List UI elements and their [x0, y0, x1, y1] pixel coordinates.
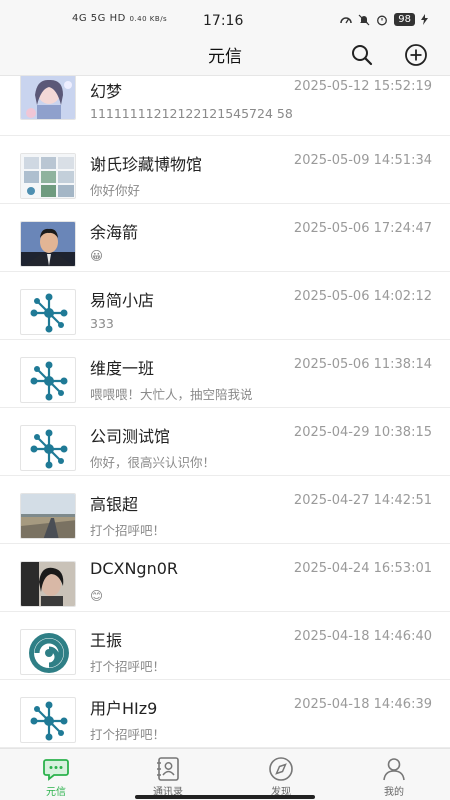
conversation-name: 谢氏珍藏博物馆: [90, 155, 203, 174]
conversation-preview: 打个招呼吧！: [90, 523, 166, 538]
plus-circle-icon: [405, 44, 427, 66]
search-icon: [352, 45, 373, 66]
conversation-name: 幻梦: [90, 82, 123, 101]
conversation-name: 余海箭: [90, 223, 139, 242]
network-speed: 0.40 KB/s: [129, 15, 168, 23]
tab-label: 元信: [46, 787, 66, 798]
conversation-time: 2025-04-29 10:38:15: [293, 425, 432, 440]
conversation-preview: 333: [90, 316, 114, 331]
conversation-name: 公司测试馆: [90, 427, 171, 446]
tab-label: 我的: [384, 787, 404, 798]
status-bar: 4G 5G HD 0.40 KB/s 17:16 98: [0, 0, 450, 38]
tab-messages[interactable]: 元信: [0, 749, 112, 800]
conversation-item[interactable]: 维度一班 2025-05-06 11:38:14 喂喂喂！大忙人，抽空陪我说: [0, 340, 450, 408]
charging-icon: [421, 14, 428, 25]
add-button[interactable]: [402, 41, 430, 69]
conversation-preview: 😊: [90, 588, 104, 603]
conversation-item[interactable]: 高银超 2025-04-27 14:42:51 打个招呼吧！: [0, 476, 450, 544]
conversation-preview: 打个招呼吧！: [90, 727, 166, 742]
conversation-item[interactable]: 用户HIz9 2025-04-18 14:46:39 打个招呼吧！: [0, 680, 450, 748]
avatar-dark-portrait: [20, 561, 76, 607]
conversation-preview: 😀: [90, 248, 104, 263]
app-header: 元信: [0, 38, 450, 76]
conversation-item[interactable]: 余海箭 2025-05-06 17:24:47 😀: [0, 204, 450, 272]
conversation-name: 王振: [90, 631, 123, 650]
molecule-icon: [20, 289, 76, 335]
conversation-name: 用户HIz9: [90, 699, 158, 718]
conversation-item[interactable]: 王振 2025-04-18 14:46:40 打个招呼吧！: [0, 612, 450, 680]
status-icons: 98: [340, 13, 428, 26]
molecule-icon: [20, 357, 76, 403]
network-indicators: 4G 5G HD 0.40 KB/s: [72, 13, 167, 24]
avatar-swirl-logo: [20, 629, 76, 675]
conversation-preview: 你好你好: [90, 183, 141, 198]
conversation-preview: 你好，很高兴认识你！: [90, 455, 216, 470]
conversation-list[interactable]: 幻梦 2025-05-12 15:52:19 11111111212122121…: [0, 76, 450, 748]
molecule-icon: [20, 697, 76, 743]
compass-icon: [269, 757, 293, 781]
mute-icon: [358, 14, 370, 25]
conversation-time: 2025-04-18 14:46:40: [293, 629, 432, 644]
contacts-icon: [157, 757, 179, 781]
conversation-time: 2025-04-18 14:46:39: [293, 697, 432, 712]
home-indicator[interactable]: [135, 795, 315, 799]
avatar-portrait-man: [20, 221, 76, 267]
conversation-name: 高银超: [90, 495, 139, 514]
conversation-item[interactable]: 易简小店 2025-05-06 14:02:12 333: [0, 272, 450, 340]
conversation-time: 2025-05-06 17:24:47: [293, 221, 432, 236]
status-time: 17:16: [203, 13, 244, 29]
conversation-name: DCXNgn0R: [90, 559, 179, 578]
alarm-icon: [377, 15, 388, 25]
conversation-time: 2025-04-24 16:53:01: [293, 561, 432, 576]
avatar-landscape: [20, 493, 76, 539]
network-text: 4G 5G HD: [72, 13, 126, 24]
conversation-time: 2025-05-06 14:02:12: [293, 289, 432, 304]
tab-discover[interactable]: 发现: [225, 749, 337, 800]
avatar-anime-girl: [20, 76, 76, 120]
conversation-preview: 11111111212122121545724 58: [90, 106, 293, 121]
conversation-item[interactable]: 幻梦 2025-05-12 15:52:19 11111111212122121…: [0, 76, 450, 136]
conversation-item[interactable]: 公司测试馆 2025-04-29 10:38:15 你好，很高兴认识你！: [0, 408, 450, 476]
tab-contacts[interactable]: 通讯录: [112, 749, 224, 800]
tab-profile[interactable]: 我的: [338, 749, 450, 800]
conversation-time: 2025-05-06 11:38:14: [293, 357, 432, 372]
chat-icon: [43, 759, 69, 781]
speed-icon: [340, 16, 353, 23]
search-button[interactable]: [348, 41, 376, 69]
conversation-name: 维度一班: [90, 359, 155, 378]
profile-icon: [383, 758, 405, 781]
conversation-time: 2025-05-09 14:51:34: [293, 153, 432, 168]
battery-level: 98: [394, 13, 415, 26]
conversation-item[interactable]: DCXNgn0R 2025-04-24 16:53:01 😊: [0, 544, 450, 612]
conversation-name: 易简小店: [90, 291, 155, 310]
molecule-icon: [20, 425, 76, 471]
avatar-photo-grid: [20, 153, 76, 199]
conversation-preview: 喂喂喂！大忙人，抽空陪我说: [90, 387, 253, 402]
conversation-item[interactable]: 谢氏珍藏博物馆 2025-05-09 14:51:34 你好你好: [0, 136, 450, 204]
page-title: 元信: [208, 47, 242, 67]
conversation-time: 2025-04-27 14:42:51: [293, 493, 432, 508]
bottom-tab-bar: 元信 通讯录 发现 我的: [0, 748, 450, 800]
conversation-preview: 打个招呼吧！: [90, 659, 166, 674]
conversation-time: 2025-05-12 15:52:19: [293, 79, 432, 94]
